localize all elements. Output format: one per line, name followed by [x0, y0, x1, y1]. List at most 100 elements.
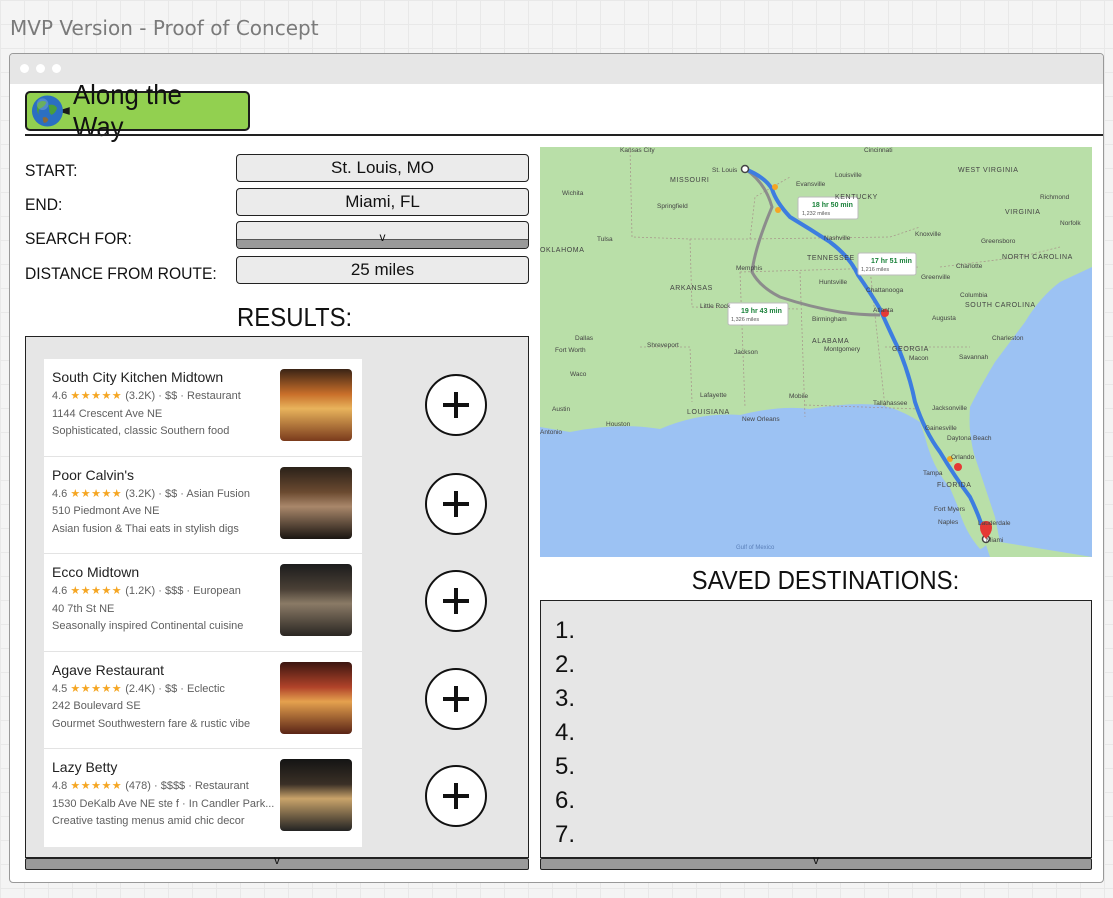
plus-icon — [454, 783, 458, 809]
chevron-down-icon: v — [813, 853, 819, 867]
svg-text:Tampa: Tampa — [923, 470, 943, 477]
result-card[interactable]: Ecco Midtown 4.6 ★★★★★ (1.2K) · $$$ · Eur… — [44, 554, 362, 652]
result-photo[interactable] — [280, 369, 352, 441]
svg-text:1,232 miles: 1,232 miles — [802, 211, 830, 217]
add-button[interactable] — [425, 374, 487, 436]
saved-scrollbar[interactable]: v — [540, 853, 1092, 870]
svg-text:SOUTH CAROLINA: SOUTH CAROLINA — [965, 302, 1036, 309]
add-button[interactable] — [425, 765, 487, 827]
svg-text:Jacksonville: Jacksonville — [932, 405, 967, 412]
svg-text:Nashville: Nashville — [824, 235, 851, 242]
svg-text:Birmingham: Birmingham — [812, 316, 847, 323]
svg-text:Memphis: Memphis — [736, 265, 763, 272]
result-meta: · $$ · Asian Fusion — [158, 487, 250, 500]
app-logo[interactable]: Along the Way — [25, 79, 250, 142]
svg-text:Gainesville: Gainesville — [925, 425, 957, 432]
route-bubble[interactable]: 19 hr 43 min 1,326 miles — [727, 302, 789, 326]
svg-text:Austin: Austin — [552, 406, 570, 413]
svg-text:Kansas City: Kansas City — [620, 147, 655, 154]
chevron-down-icon: v — [379, 230, 386, 244]
add-button[interactable] — [425, 668, 487, 730]
result-rating: 4.5 — [52, 682, 68, 695]
saved-slot: 6. — [555, 787, 576, 814]
result-description: Creative tasting menus amid chic decor — [52, 815, 245, 827]
plus-icon — [454, 392, 458, 418]
result-review-count: (1.2K) — [125, 585, 156, 597]
svg-text:Tulsa: Tulsa — [597, 236, 613, 243]
svg-text:Mobile: Mobile — [789, 393, 809, 400]
search-for-dropdown[interactable]: v — [236, 221, 529, 249]
star-rating-icon: ★★★★★ — [70, 780, 123, 792]
result-card[interactable]: Agave Restaurant 4.5 ★★★★★ (2.4K) · $$ · … — [44, 652, 362, 749]
result-review-count: (3.2K) — [125, 487, 156, 500]
svg-text:Fort Myers: Fort Myers — [934, 506, 966, 513]
distance-label: DISTANCE FROM ROUTE: — [25, 264, 217, 283]
result-photo[interactable] — [280, 661, 352, 734]
svg-text:Fort Worth: Fort Worth — [555, 347, 586, 354]
svg-text:NORTH CAROLINA: NORTH CAROLINA — [1002, 254, 1073, 261]
window-dot — [52, 64, 61, 73]
map-canvas: 18 hr 50 min 1,232 miles 17 hr 51 min 1,… — [540, 147, 1092, 557]
route-bubble[interactable]: 17 hr 51 min 1,216 miles — [857, 252, 917, 276]
result-review-count: (2.4K) — [125, 682, 156, 695]
results-scrollbar[interactable]: v — [25, 853, 529, 870]
result-photo[interactable] — [280, 564, 352, 636]
saved-slot: 7. — [555, 821, 576, 848]
result-meta: · $$$$ · Restaurant — [153, 780, 249, 792]
svg-text:LOUISIANA: LOUISIANA — [687, 409, 730, 416]
app-window: Along the Way START: St. Louis, MO END: … — [9, 53, 1104, 883]
plus-icon — [454, 588, 458, 614]
svg-text:Charleston: Charleston — [992, 335, 1024, 342]
star-rating-icon: ★★★★★ — [70, 585, 123, 597]
svg-text:Augusta: Augusta — [932, 315, 956, 322]
result-description: Sophisticated, classic Southern food — [52, 425, 230, 437]
result-review-count: (3.2K) — [125, 390, 156, 402]
result-address: 1530 DeKalb Ave NE ste f · In Candler Pa… — [52, 797, 274, 810]
window-dot — [36, 64, 45, 73]
result-rating-line: 4.6 ★★★★★ (1.2K) · $$$ · European — [52, 583, 274, 601]
add-button[interactable] — [425, 473, 487, 535]
plus-icon — [454, 686, 458, 712]
result-rating-line: 4.8 ★★★★★ (478) · $$$$ · Restaurant — [52, 778, 274, 796]
result-rating: 4.8 — [52, 780, 68, 792]
result-rating-line: 4.5 ★★★★★ (2.4K) · $$ · Eclectic — [52, 681, 274, 699]
result-card[interactable]: South City Kitchen Midtown 4.6 ★★★★★ (3.2… — [44, 359, 362, 457]
star-rating-icon: ★★★★★ — [70, 682, 123, 695]
result-card[interactable]: Poor Calvin's 4.6 ★★★★★ (3.2K) · $$ · Asi… — [44, 457, 362, 554]
svg-text:Richmond: Richmond — [1040, 194, 1070, 201]
svg-text:Cincinnati: Cincinnati — [864, 147, 893, 154]
saved-destinations-panel[interactable]: 1. 2. 3. 4. 5. 6. 7. — [540, 600, 1092, 858]
svg-text:Montgomery: Montgomery — [824, 346, 861, 353]
result-review-count: (478) — [125, 780, 151, 792]
result-photo[interactable] — [280, 759, 352, 831]
result-rating: 4.6 — [52, 585, 68, 597]
svg-text:18 hr 50 min: 18 hr 50 min — [812, 202, 853, 209]
svg-text:Lauderdale: Lauderdale — [978, 520, 1011, 527]
result-description: Gourmet Southwestern fare & rustic vibe — [52, 717, 251, 730]
svg-text:Little Rock: Little Rock — [700, 303, 731, 310]
saved-slot: 5. — [555, 753, 576, 780]
saved-slot: 1. — [555, 617, 576, 644]
result-photo[interactable] — [280, 466, 352, 539]
svg-text:Waco: Waco — [570, 371, 587, 378]
svg-text:Columbia: Columbia — [960, 292, 988, 299]
start-input[interactable]: St. Louis, MO — [236, 154, 529, 182]
result-card[interactable]: Lazy Betty 4.8 ★★★★★ (478) · $$$$ · Resta… — [44, 749, 362, 847]
start-label: START: — [25, 161, 78, 180]
svg-text:St. Louis: St. Louis — [712, 167, 738, 174]
result-description: Asian fusion & Thai eats in stylish digs — [52, 522, 239, 535]
result-description: Seasonally inspired Continental cuisine — [52, 620, 244, 632]
results-panel[interactable]: South City Kitchen Midtown 4.6 ★★★★★ (3.2… — [25, 336, 529, 858]
distance-input[interactable]: 25 miles — [236, 256, 529, 284]
add-button[interactable] — [425, 570, 487, 632]
end-input[interactable]: Miami, FL — [236, 188, 529, 216]
route-map[interactable]: 18 hr 50 min 1,232 miles 17 hr 51 min 1,… — [540, 147, 1092, 557]
svg-text:Antonio: Antonio — [540, 429, 562, 436]
svg-text:Houston: Houston — [606, 421, 631, 428]
result-meta: · $$ · Eclectic — [158, 682, 225, 695]
svg-text:Savannah: Savannah — [959, 354, 989, 361]
svg-text:1,216 miles: 1,216 miles — [861, 267, 889, 273]
svg-text:FLORIDA: FLORIDA — [937, 482, 972, 489]
saved-slot: 2. — [555, 651, 576, 678]
result-meta: · $$ · Restaurant — [158, 390, 241, 402]
